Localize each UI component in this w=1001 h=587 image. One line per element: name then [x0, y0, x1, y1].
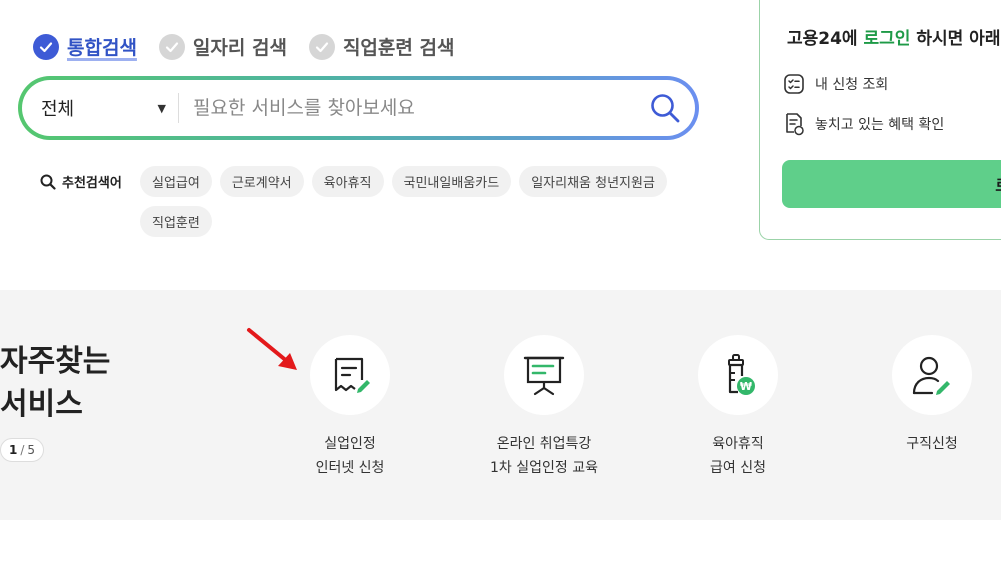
keyword-chips: 실업급여 근로계약서 육아휴직 국민내일배움카드 일자리채움 청년지원금 직업훈… [140, 166, 700, 246]
login-button[interactable]: 로 [782, 160, 1001, 208]
login-message: 고용24에 로그인 하시면 아래 [787, 24, 1000, 49]
login-card: 고용24에 로그인 하시면 아래 내 신청 조회 놓치고 있는 혜택 확인 [759, 0, 1001, 240]
service-online-lecture[interactable]: 온라인 취업특강 1차 실업인정 교육 [449, 335, 639, 480]
baby-bottle-won-icon: ₩ [728, 354, 755, 395]
certificate-pen-icon [334, 357, 370, 393]
keyword-chip[interactable]: 일자리채움 청년지원금 [519, 166, 667, 197]
service-label: 실업인정 인터넷 신청 [316, 432, 385, 480]
login-message-suffix: 하시면 아래 [910, 29, 1001, 49]
service-label-line: 육아휴직 [712, 436, 764, 452]
presentation-board-icon [523, 356, 565, 396]
my-applications-link[interactable]: 내 신청 조회 [783, 73, 888, 95]
tab-job-search[interactable]: 일자리 검색 [158, 33, 287, 60]
login-link-text[interactable]: 로그인 [864, 29, 911, 49]
check-circle-icon [158, 33, 185, 60]
page: 통합검색 일자리 검색 직업훈련 검색 전체 ▼ 필요한 서비스를 찾아보세요 … [0, 0, 1001, 587]
person-pen-icon [912, 356, 950, 395]
service-icon-circle: ₩ [698, 335, 778, 415]
search-scope-value: 전체 [41, 99, 75, 120]
tab-label: 일자리 검색 [192, 37, 287, 59]
search-input[interactable] [179, 97, 635, 119]
checklist-icon [784, 74, 804, 94]
tab-integrated-search[interactable]: 통합검색 [33, 33, 137, 60]
service-icon-circle [892, 335, 972, 415]
recommended-title-text: 추천검색어 [62, 176, 122, 191]
service-label-line: 구직신청 [906, 436, 958, 452]
search-icon [40, 174, 56, 190]
service-unemployment-recognition[interactable]: 실업인정 인터넷 신청 [255, 335, 445, 480]
service-job-application[interactable]: 구직신청 [837, 335, 1001, 456]
pager-separator: / [20, 443, 25, 457]
tab-training-search[interactable]: 직업훈련 검색 [308, 33, 455, 60]
tab-label: 통합검색 [67, 37, 137, 59]
search-button[interactable] [635, 80, 695, 136]
title-line: 서비스 [0, 387, 83, 422]
svg-text:₩: ₩ [740, 380, 752, 393]
title-line: 자주찾는 [0, 344, 111, 379]
service-icon-circle [504, 335, 584, 415]
keyword-chip[interactable]: 직업훈련 [140, 206, 212, 237]
keyword-chip[interactable]: 육아휴직 [311, 166, 384, 197]
check-circle-icon [308, 33, 335, 60]
pager-current: 1 [9, 443, 18, 457]
service-parental-leave[interactable]: ₩ 육아휴직 급여 신청 [643, 335, 833, 480]
missed-benefits-label: 놓치고 있는 혜택 확인 [815, 117, 945, 133]
frequent-services-section: 자주찾는 서비스 1 / 5 실업인정 인터넷 신청 온라인 취업특강 1차 실… [0, 290, 1001, 520]
keyword-chip[interactable]: 실업급여 [140, 166, 212, 197]
my-applications-label: 내 신청 조회 [815, 77, 889, 93]
tab-label: 직업훈련 검색 [342, 37, 455, 59]
search-box-inner: 전체 ▼ [22, 80, 695, 136]
search-icon [651, 94, 680, 123]
keyword-chip[interactable]: 근로계약서 [219, 166, 304, 197]
search-box: 전체 ▼ [18, 76, 699, 140]
missed-benefits-link[interactable]: 놓치고 있는 혜택 확인 [783, 112, 944, 136]
service-label: 구직신청 [906, 432, 958, 456]
frequent-services-title: 자주찾는 서비스 [0, 340, 110, 426]
service-label-line: 급여 신청 [710, 460, 766, 476]
service-label-line: 온라인 취업특강 [496, 436, 592, 452]
login-message-prefix: 고용24에 [787, 29, 864, 49]
check-circle-icon [33, 33, 59, 60]
service-label-line: 인터넷 신청 [315, 460, 385, 476]
carousel-pager: 1 / 5 [0, 438, 45, 462]
service-icon-circle [310, 335, 390, 415]
service-label: 육아휴직 급여 신청 [710, 432, 766, 480]
service-label-line: 실업인정 [324, 436, 376, 452]
keyword-chip[interactable]: 국민내일배움카드 [391, 166, 512, 197]
search-tabs: 통합검색 일자리 검색 직업훈련 검색 [33, 33, 476, 60]
search-scope-select[interactable]: 전체 ▼ [22, 95, 178, 121]
service-label: 온라인 취업특강 1차 실업인정 교육 [490, 432, 598, 480]
document-coin-icon [786, 113, 804, 136]
login-button-label: 로 [995, 172, 1001, 196]
recommended-title: 추천검색어 [40, 172, 122, 191]
service-label-line: 1차 실업인정 교육 [490, 460, 598, 476]
caret-down-icon: ▼ [157, 101, 166, 115]
pager-total: 5 [27, 443, 36, 457]
